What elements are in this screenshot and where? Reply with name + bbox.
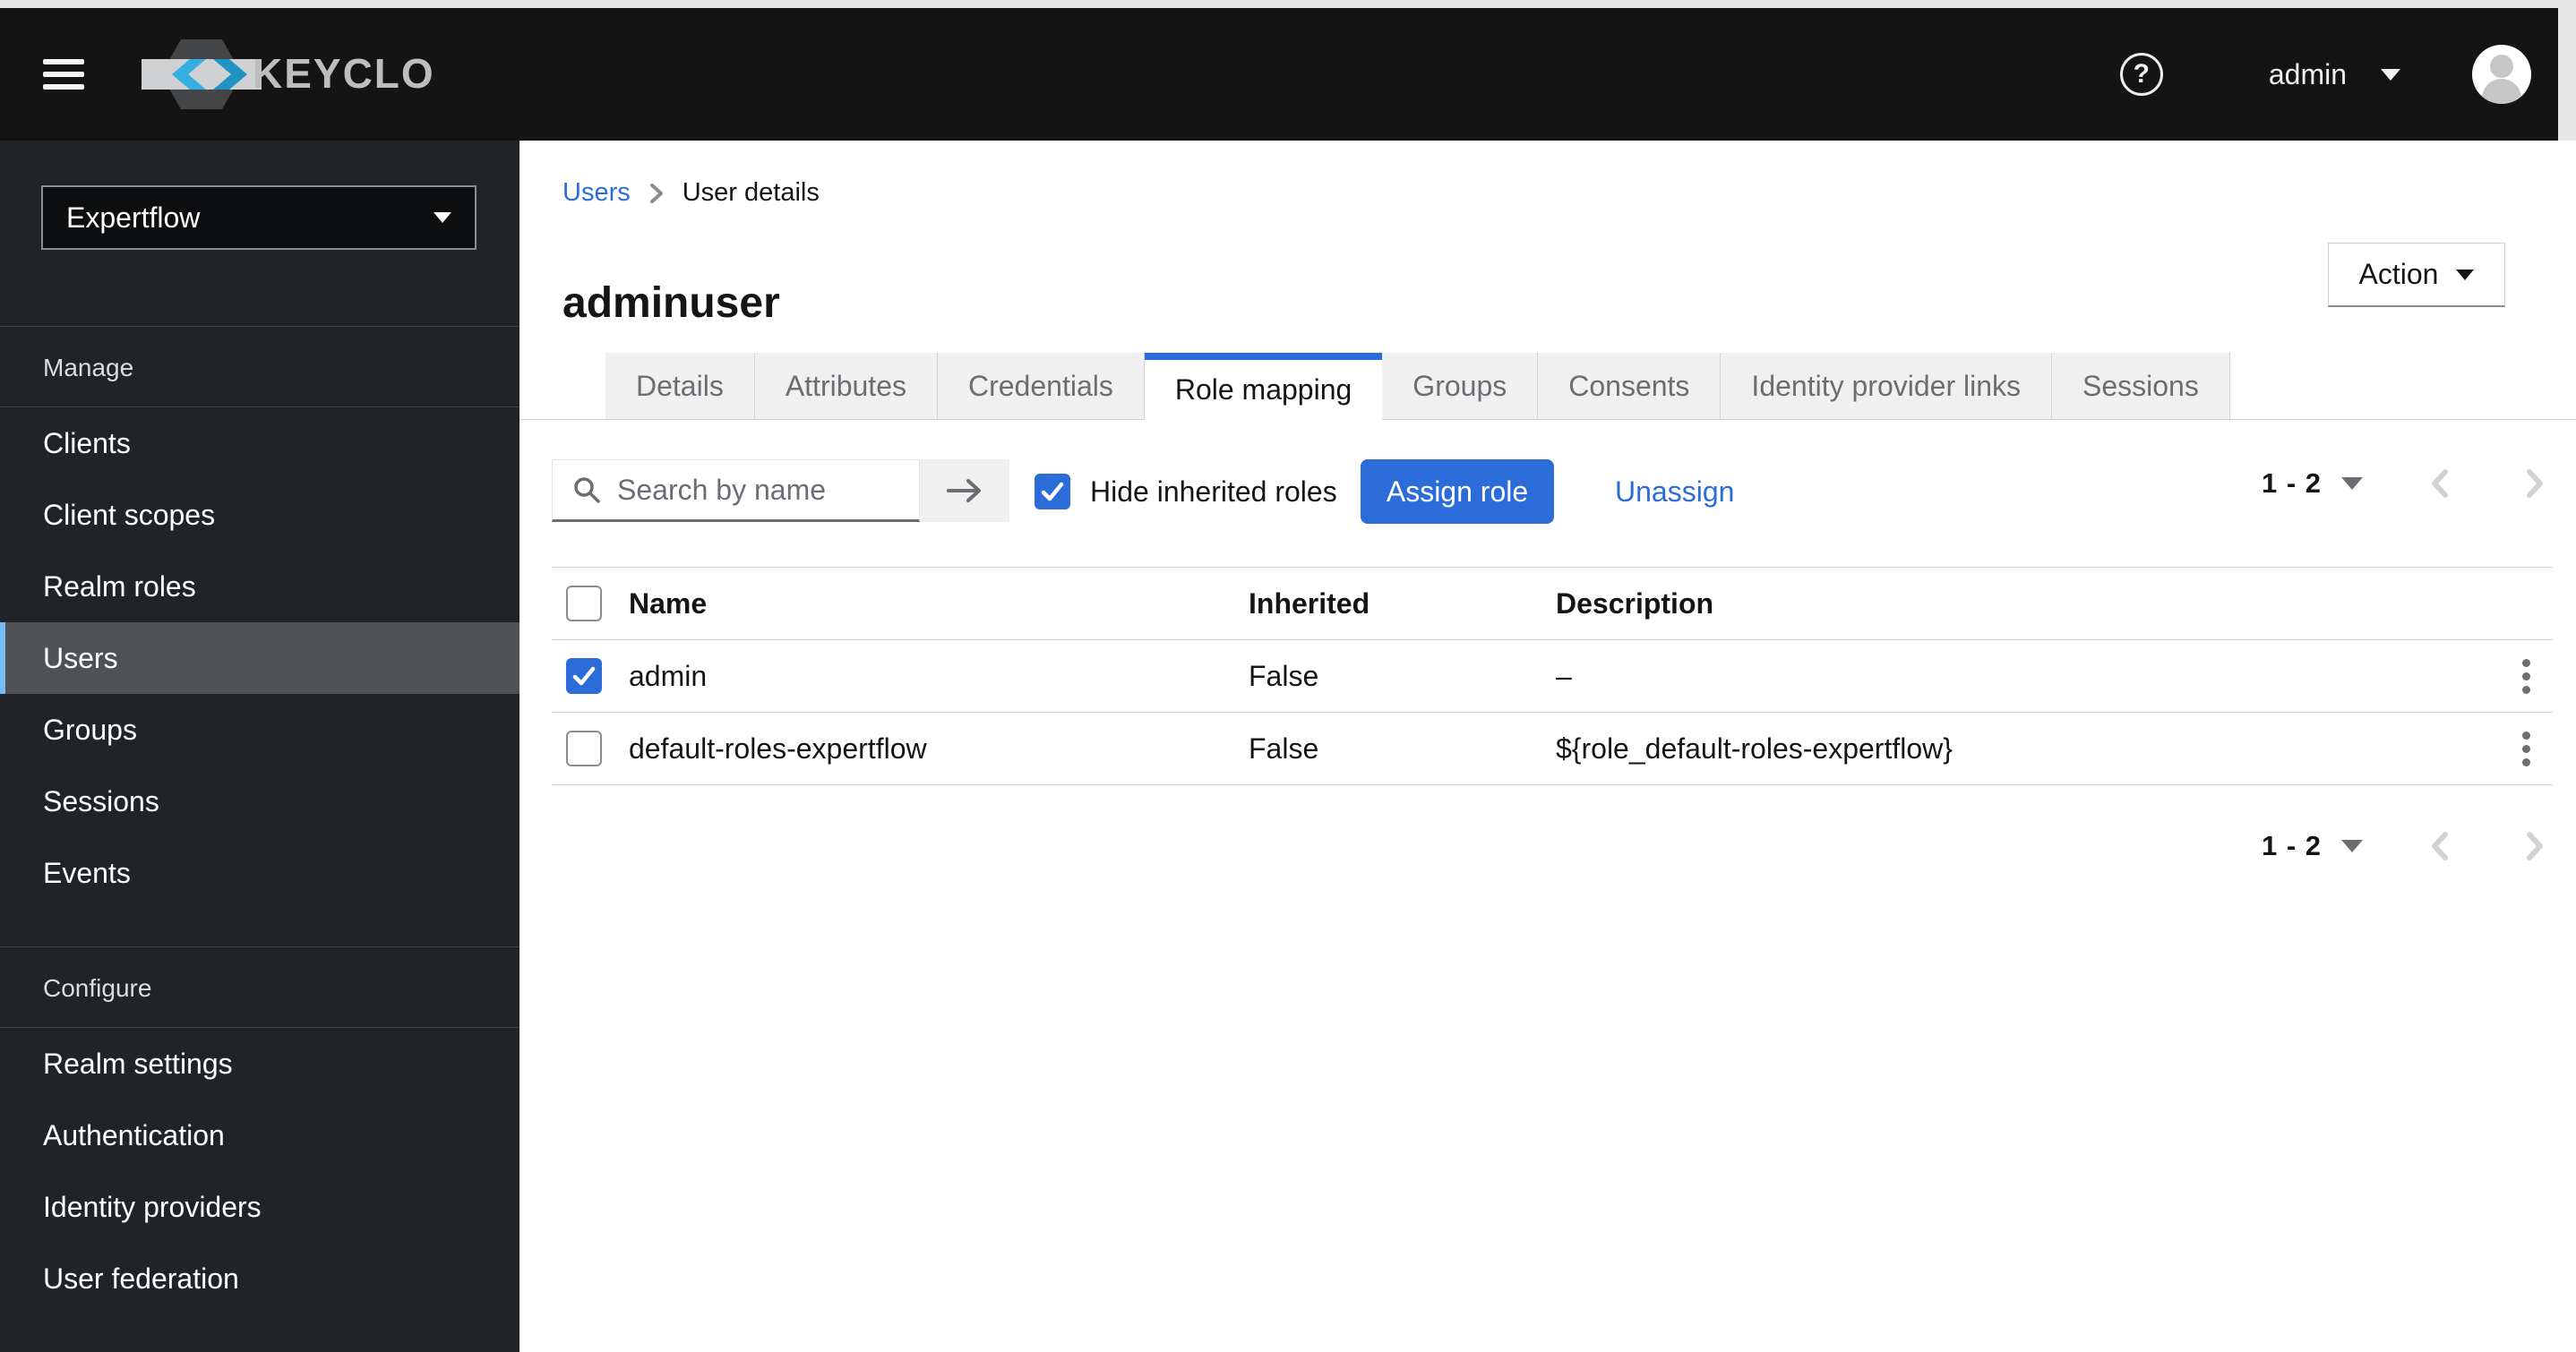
cell-description: ${role_default-roles-expertflow} (1556, 732, 1953, 765)
magnifier-icon (574, 477, 600, 503)
caret-down-icon (434, 212, 451, 223)
masthead: KEYCLOAK ? admin (0, 8, 2558, 141)
hide-inherited-roles-toggle[interactable]: Hide inherited roles (1035, 474, 1337, 509)
chevron-right-icon[interactable] (2517, 466, 2553, 501)
row-checkbox[interactable] (566, 658, 602, 694)
keycloak-logo-icon: KEYCLOAK (142, 39, 434, 109)
chevron-right-icon (648, 182, 665, 205)
assign-role-button[interactable]: Assign role (1361, 459, 1554, 524)
realm-selector-section: Expertflow (0, 185, 519, 327)
search-group: Search by name (552, 459, 1009, 522)
row-checkbox[interactable] (566, 731, 602, 766)
search-submit-button[interactable] (920, 459, 1009, 522)
chevron-left-icon[interactable] (2422, 829, 2458, 863)
chevron-right-icon[interactable] (2517, 829, 2553, 863)
pagination-range: 1 - 2 (2261, 830, 2322, 861)
pagination-top: 1 - 2 (2262, 466, 2553, 501)
tab-details[interactable]: Details (605, 353, 755, 419)
table-row: default-roles-expertflow False ${role_de… (552, 713, 2553, 785)
search-input[interactable]: Search by name (552, 459, 920, 522)
sidebar-item-realm-roles[interactable]: Realm roles (0, 551, 519, 622)
window-top-strip (0, 0, 2576, 8)
nav-group-configure: Configure Realm settings Authentication … (0, 946, 519, 1314)
tab-sessions[interactable]: Sessions (2052, 353, 2230, 419)
tab-attributes[interactable]: Attributes (754, 353, 938, 419)
search-placeholder: Search by name (617, 473, 827, 506)
scrollbar-track[interactable] (2558, 8, 2576, 141)
sidebar: Expertflow Manage Clients Client scopes … (0, 141, 519, 1352)
masthead-right: ? admin (2119, 45, 2531, 104)
column-header-inherited: Inherited (1249, 586, 1370, 620)
tab-consents[interactable]: Consents (1538, 353, 1722, 419)
table-header-row: Name Inherited Description (552, 567, 2553, 640)
sidebar-item-user-federation[interactable]: User federation (0, 1243, 519, 1314)
hide-inherited-label: Hide inherited roles (1090, 475, 1337, 508)
sidebar-item-groups[interactable]: Groups (0, 694, 519, 766)
nav-group-manage: Manage Clients Client scopes Realm roles… (0, 327, 519, 909)
tab-credentials[interactable]: Credentials (937, 353, 1145, 419)
pagination-bottom: 1 - 2 (2262, 829, 2553, 863)
user-name: admin (2268, 57, 2347, 90)
table-row: admin False – (552, 640, 2553, 713)
cell-inherited: False (1249, 732, 1319, 765)
tab-groups[interactable]: Groups (1382, 353, 1539, 419)
nav-toggle-hamburger-icon[interactable] (43, 52, 84, 97)
action-dropdown-button[interactable]: Action (2328, 243, 2505, 307)
check-icon (572, 666, 596, 686)
check-icon (1041, 482, 1064, 501)
column-header-name: Name (629, 586, 708, 620)
help-icon[interactable]: ? (2119, 53, 2163, 96)
tab-role-mapping[interactable]: Role mapping (1144, 353, 1383, 420)
sidebar-item-clients[interactable]: Clients (0, 407, 519, 479)
realm-name: Expertflow (66, 201, 201, 234)
kebab-icon[interactable] (2513, 723, 2539, 775)
pagination-range: 1 - 2 (2261, 467, 2322, 499)
main-content: Users User details adminuser Action Deta… (519, 141, 2576, 1352)
column-header-description: Description (1556, 586, 1714, 620)
sidebar-item-authentication[interactable]: Authentication (0, 1100, 519, 1171)
keycloak-logo[interactable]: KEYCLOAK (138, 31, 434, 117)
sidebar-item-sessions[interactable]: Sessions (0, 766, 519, 837)
cell-description: – (1556, 659, 1572, 692)
hide-inherited-checkbox[interactable] (1035, 474, 1070, 509)
sidebar-item-events[interactable]: Events (0, 837, 519, 909)
tab-identity-provider-links[interactable]: Identity provider links (1721, 353, 2052, 419)
breadcrumb-users-link[interactable]: Users (562, 178, 631, 208)
cell-role-name: default-roles-expertflow (629, 732, 927, 765)
unassign-link[interactable]: Unassign (1615, 475, 1734, 509)
role-mapping-table: Name Inherited Description admin False – (552, 567, 2553, 785)
breadcrumb: Users User details (562, 178, 820, 208)
caret-down-icon[interactable] (2341, 477, 2363, 490)
caret-down-icon (2456, 269, 2475, 280)
chevron-left-icon[interactable] (2422, 466, 2458, 501)
caret-down-icon[interactable] (2341, 840, 2363, 852)
svg-text:KEYCLOAK: KEYCLOAK (253, 50, 434, 97)
arrow-right-icon (947, 479, 981, 502)
user-menu[interactable]: admin (2269, 58, 2400, 91)
sidebar-item-identity-providers[interactable]: Identity providers (0, 1171, 519, 1243)
avatar[interactable] (2472, 45, 2531, 104)
cell-role-name: admin (629, 659, 708, 692)
caret-down-icon (2381, 68, 2400, 81)
user-detail-tabs: Details Attributes Credentials Role mapp… (519, 353, 2576, 420)
select-all-checkbox[interactable] (566, 586, 602, 621)
page-title: adminuser (562, 279, 780, 328)
nav-group-title: Manage (0, 327, 519, 407)
realm-selector[interactable]: Expertflow (41, 185, 477, 250)
sidebar-item-users[interactable]: Users (0, 622, 519, 694)
sidebar-item-realm-settings[interactable]: Realm settings (0, 1028, 519, 1100)
cell-inherited: False (1249, 659, 1319, 692)
kebab-icon[interactable] (2513, 650, 2539, 703)
nav-group-title: Configure (0, 947, 519, 1028)
action-label: Action (2358, 258, 2439, 290)
sidebar-item-client-scopes[interactable]: Client scopes (0, 479, 519, 551)
breadcrumb-current: User details (682, 178, 820, 207)
